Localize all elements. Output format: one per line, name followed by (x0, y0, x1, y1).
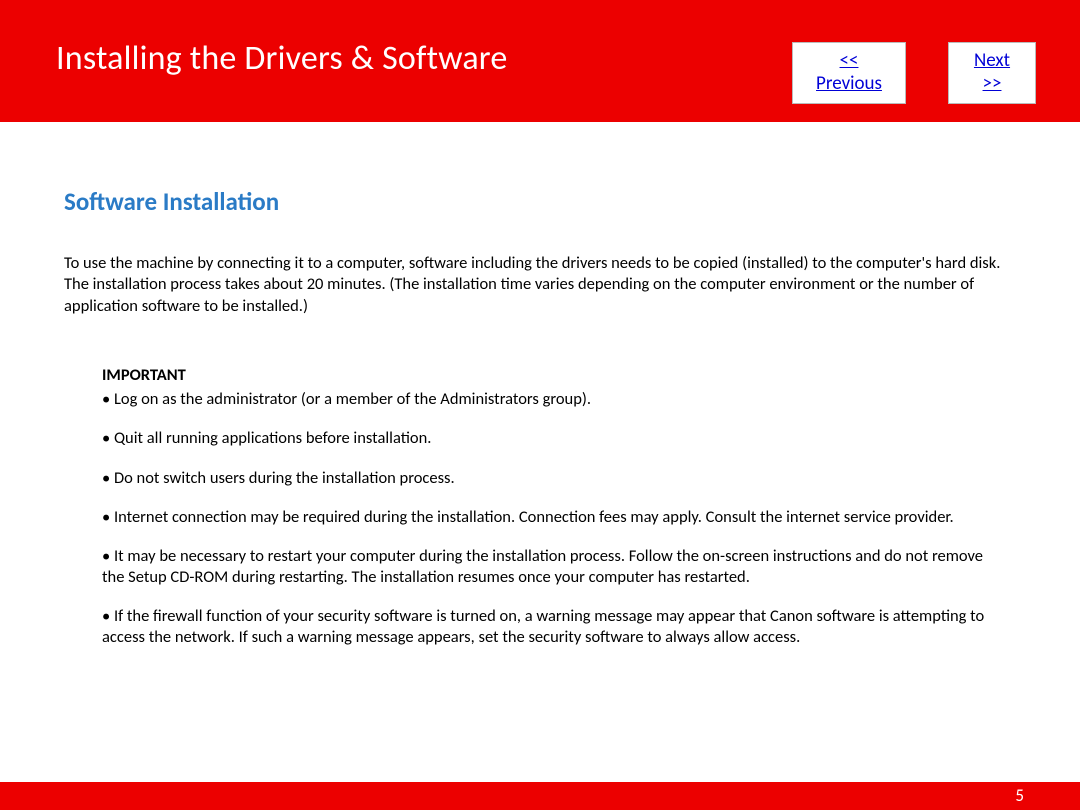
bullet-item: • Log on as the administrator (or a memb… (102, 389, 1006, 410)
important-label: IMPORTANT (102, 365, 1006, 385)
next-button[interactable]: Next >> (948, 42, 1036, 104)
page-title: Installing the Drivers & Software (56, 38, 508, 79)
nav-button-group: << Previous Next >> (792, 42, 1036, 104)
previous-button[interactable]: << Previous (792, 42, 906, 104)
bullet-item: • Internet connection may be required du… (102, 507, 1006, 528)
section-heading: Software Installation (64, 186, 1016, 217)
important-block: IMPORTANT • Log on as the administrator … (64, 365, 1016, 648)
content-area: Software Installation To use the machine… (0, 122, 1080, 648)
page-number: 5 (1015, 785, 1024, 806)
intro-paragraph: To use the machine by connecting it to a… (64, 253, 1016, 317)
header-bar: Installing the Drivers & Software << Pre… (0, 0, 1080, 122)
bullet-item: • Quit all running applications before i… (102, 428, 1006, 449)
bullet-item: • If the firewall function of your secur… (102, 606, 1006, 648)
bullet-item: • It may be necessary to restart your co… (102, 546, 1006, 588)
bullet-item: • Do not switch users during the install… (102, 468, 1006, 489)
footer-bar: 5 (0, 782, 1080, 810)
